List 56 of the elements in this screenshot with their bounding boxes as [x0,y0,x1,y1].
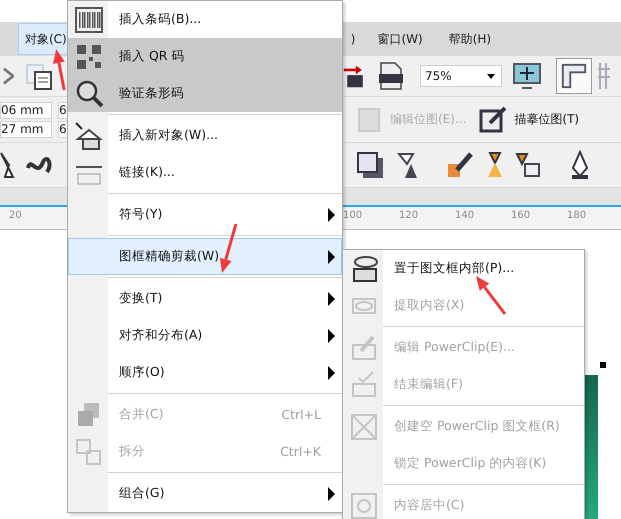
menu-item[interactable]: 符号(Y) [68,196,342,233]
ruler-icon [560,62,588,90]
qr-code-icon [74,42,104,72]
annotation-arrow [218,222,238,275]
menu-bar-item[interactable]: 窗口(W) [370,23,430,55]
extract-icon [351,297,377,315]
ruler-label: 140 [455,209,476,221]
fullscreen-icon [512,61,542,91]
submenu-arrow-icon [328,366,335,380]
eyedropper-icon [445,150,475,180]
menu-item[interactable]: 链接(K)... [68,154,342,191]
size-field[interactable]: 6 [58,120,68,138]
menu-item[interactable]: 顺序(O) [68,354,342,391]
submenu-arrow-icon [328,208,335,222]
dropdown-arrow-icon [487,74,495,78]
menu-item[interactable]: 置于图文框内部(P)... [343,250,584,287]
magnifier-icon [74,79,104,109]
shadow-icon [355,150,385,180]
pdf-icon [376,61,406,91]
ruler-label: 120 [399,209,420,221]
ruler-label: 160 [511,209,532,221]
insert-object-icon [74,121,104,151]
menu-item[interactable]: 对齐和分布(A) [68,317,342,354]
menu-item[interactable]: 变换(T) [68,280,342,317]
center-content-icon [349,491,379,519]
submenu-arrow-icon [328,487,335,501]
submenu-arrow-icon [328,329,335,343]
selection-handle [600,362,606,368]
menu-item[interactable]: 图框精确剪裁(W) [68,238,342,275]
menu-item[interactable]: 组合(G) [68,475,342,512]
menu-item[interactable]: 插入 QR 码 [68,38,342,75]
edit-powerclip-icon [349,333,379,363]
position-field[interactable]: 27 mm [0,120,52,138]
finish-edit-icon [349,370,379,400]
split-icon [74,437,104,467]
submenu-arrow-icon [328,250,335,264]
submenu-arrow-icon [328,292,335,306]
ruler-label: 20 [9,209,23,221]
menu-bar-item[interactable]: 帮助(H) [442,23,498,55]
annotation-arrow [50,47,67,92]
ruler-toggle[interactable] [556,58,592,94]
zoom-dropdown[interactable]: 75% [420,65,502,87]
ruler-label: 180 [567,209,588,221]
grid-icon [598,63,610,89]
menu-bar-item[interactable]: ) [344,23,362,55]
fill-copy-icon [513,150,543,180]
empty-frame-icon [349,412,379,442]
position-field[interactable]: 06 mm [0,102,52,118]
annotation-arrow [474,274,507,316]
trace-bitmap-icon [478,104,508,134]
size-field[interactable]: 6 [58,102,68,118]
toolbar-button[interactable]: 描摹位图(T) [472,102,586,138]
menu-item[interactable]: 插入新对象(W)... [68,117,342,154]
barcode-icon [74,5,104,35]
ruler-label: 100 [343,209,364,221]
menu-item[interactable]: 验证条形码 [68,75,342,112]
